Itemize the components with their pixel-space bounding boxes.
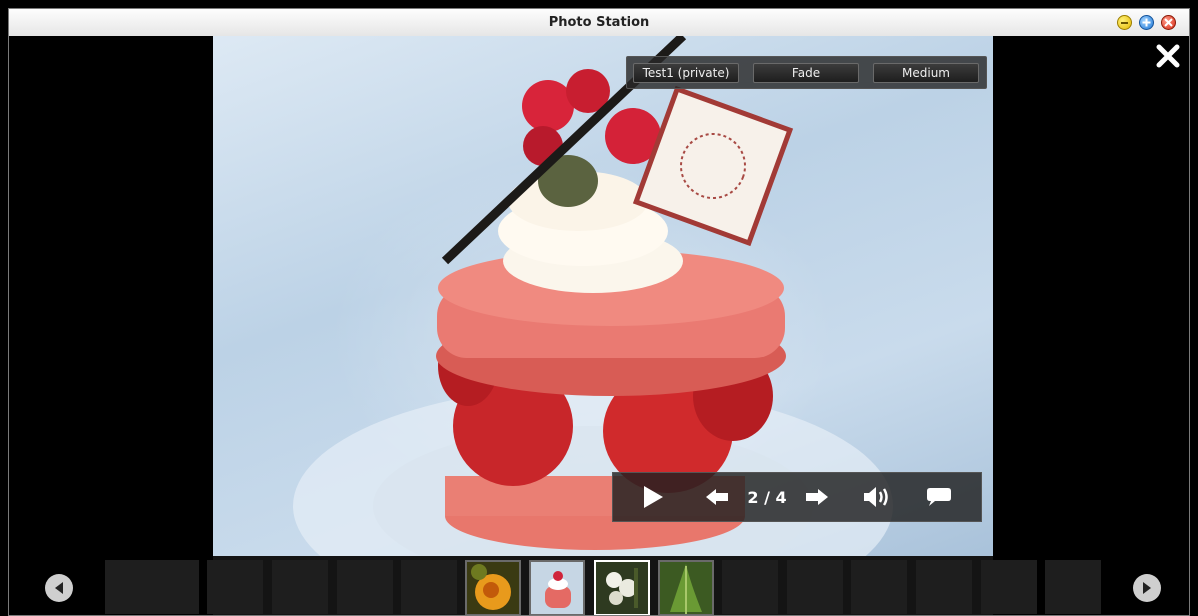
empty-thumbnail-slot [851,560,907,614]
empty-thumbnail-slot [981,560,1037,614]
next-button[interactable] [799,473,835,521]
minimize-button[interactable] [1117,15,1132,30]
thumbnail-scroll-left-button[interactable] [45,574,73,602]
close-icon [1164,18,1173,27]
slideshow-viewer: Test1 (private) Fade Medium 2 / 4 [9,36,1189,615]
close-window-button[interactable] [1161,15,1176,30]
slideshow-settings-bar: Test1 (private) Fade Medium [626,56,987,89]
arrow-right-icon [806,489,828,505]
empty-thumbnail-slot [722,560,778,614]
chevron-right-icon [1143,582,1151,594]
thumbnail-green-plant[interactable] [658,560,714,615]
album-select-button[interactable]: Test1 (private) [633,63,739,83]
slideshow-speed-button[interactable]: Medium [873,63,979,83]
thumbnail-scroll-right-button[interactable] [1133,574,1161,602]
maximize-button[interactable] [1139,15,1154,30]
empty-thumbnail-slot [207,560,263,614]
caption-button[interactable] [919,473,959,521]
empty-thumbnail-slot [143,560,199,614]
thumbnail-strawberry-dessert[interactable] [529,560,585,615]
empty-thumbnail-slot [337,560,393,614]
previous-button[interactable] [699,473,735,521]
green-plant-thumbnail-image [660,562,712,614]
volume-button[interactable] [859,473,895,521]
minus-icon [1121,21,1128,24]
close-slideshow-button[interactable] [1155,43,1181,69]
title-bar[interactable]: Photo Station [9,9,1189,37]
photo-station-window: Photo Station Test1 (private) Fade Mediu… [8,8,1190,616]
window-title: Photo Station [548,15,650,30]
empty-thumbnail-slot [272,560,328,614]
speech-bubble-icon [927,488,951,506]
slideshow-photo: Test1 (private) Fade Medium 2 / 4 [213,36,993,556]
speaker-icon [864,487,888,507]
photo-position-counter: 2 / 4 [747,488,787,507]
strawberry-dessert-thumbnail-image [531,562,583,614]
play-button[interactable] [633,473,673,521]
orange-flower-thumbnail-image [467,562,519,614]
thumbnail-orange-flower[interactable] [465,560,521,615]
close-icon [1156,44,1180,68]
slideshow-controls: 2 / 4 [612,472,982,522]
plus-icon [1142,18,1151,27]
empty-thumbnail-slot [787,560,843,614]
play-icon [644,486,663,508]
empty-thumbnail-slot [1045,560,1101,614]
empty-thumbnail-slot [916,560,972,614]
thumbnail-strip [9,556,1189,615]
arrow-left-icon [706,489,728,505]
chevron-left-icon [55,582,63,594]
transition-effect-button[interactable]: Fade [753,63,859,83]
white-flowers-thumbnail-image [596,562,648,614]
empty-thumbnail-slot [401,560,457,614]
thumbnail-white-flowers[interactable] [594,560,650,615]
